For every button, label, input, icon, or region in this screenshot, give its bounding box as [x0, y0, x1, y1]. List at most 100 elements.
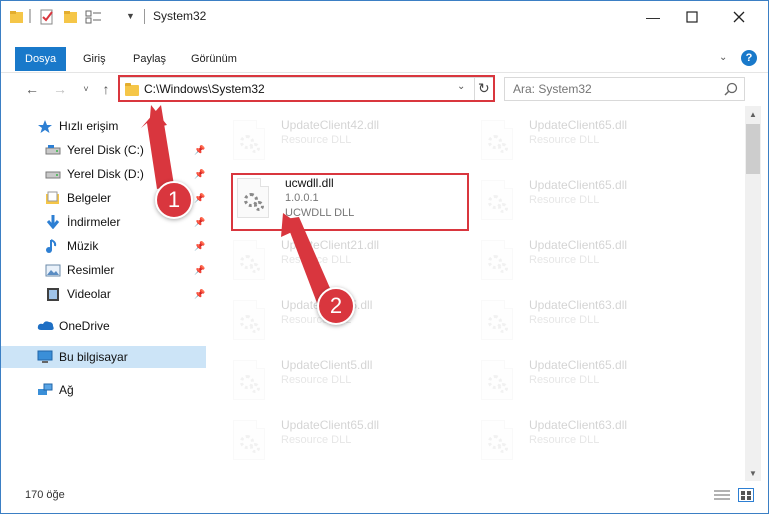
up-arrow-icon[interactable]: ↑ — [97, 80, 115, 98]
details-view-icon[interactable] — [714, 489, 730, 501]
file-name: UpdateClient65.dll — [529, 118, 628, 132]
file-item[interactable]: UpdateClient65.dll Resource DLL — [481, 236, 721, 292]
file-description: Resource DLL — [529, 134, 600, 146]
file-name: UpdateClient63.dll — [529, 418, 628, 432]
scroll-down-icon[interactable]: ▼ — [745, 465, 761, 481]
star-icon — [37, 119, 53, 133]
close-button[interactable] — [716, 1, 762, 32]
file-name: UpdateClient5.dll — [281, 358, 373, 372]
file-item[interactable]: UpdateClient42.dll Resource DLL — [233, 116, 473, 172]
file-name: UpdateClient65.dll — [529, 178, 628, 192]
search-icon[interactable] — [724, 82, 738, 99]
file-description: Resource DLL — [529, 194, 600, 206]
file-item[interactable]: UpdateClient21.dll Resource DLL — [233, 236, 473, 292]
pin-icon[interactable]: 📌 — [194, 169, 205, 180]
navigation-pane: Hızlı erişim Yerel Disk (C:) 📌 Yerel Dis… — [1, 111, 206, 471]
callout-one: 1 — [155, 181, 193, 219]
sidebar-item-label: İndirmeler — [67, 215, 121, 229]
file-name: UpdateClient21.dll — [281, 238, 380, 252]
help-icon[interactable]: ? — [741, 50, 757, 66]
sidebar-item-this-pc[interactable]: Bu bilgisayar — [1, 346, 206, 368]
tab-file[interactable]: Dosya — [15, 47, 67, 71]
sidebar-item-videos[interactable]: Videolar 📌 — [1, 283, 206, 305]
window-title: System32 — [153, 9, 207, 23]
sidebar-item-label: Müzik — [67, 239, 99, 253]
search-input[interactable] — [513, 79, 723, 99]
tab-share[interactable]: Paylaş — [123, 47, 176, 71]
large-icons-view-icon[interactable] — [738, 488, 754, 502]
file-item[interactable]: UpdateClient63.dll Resource DLL — [481, 416, 721, 472]
properties-icon[interactable] — [39, 9, 55, 25]
address-highlight — [118, 75, 495, 102]
sidebar-item-label: Yerel Disk (D:) — [67, 167, 144, 181]
file-description: Resource DLL — [529, 254, 600, 266]
pictures-icon — [45, 263, 61, 277]
file-item[interactable]: UpdateClient5.dll Resource DLL — [233, 356, 473, 412]
pin-icon[interactable]: 📌 — [194, 217, 205, 228]
sidebar-item-label: Belgeler — [67, 191, 112, 205]
dll-file-icon — [481, 360, 513, 400]
file-name: UpdateClient63.dll — [529, 298, 628, 312]
pin-icon[interactable]: 📌 — [194, 241, 205, 252]
file-description: Resource DLL — [281, 374, 352, 386]
file-item[interactable]: UpdateClient65.dll Resource DLL — [481, 116, 721, 172]
sidebar-item-label: Videolar — [67, 287, 111, 301]
folder-icon[interactable] — [9, 9, 25, 25]
network-icon — [37, 383, 53, 397]
file-description: Resource DLL — [281, 254, 352, 266]
search-box[interactable] — [504, 77, 745, 101]
back-arrow-icon[interactable]: ← — [23, 80, 41, 98]
file-description: Resource DLL — [529, 434, 600, 446]
file-item[interactable]: UpdateClient65.dll Resource DLL — [481, 176, 721, 232]
pin-icon[interactable]: 📌 — [194, 145, 205, 156]
callout-two: 2 — [317, 287, 355, 325]
scroll-up-icon[interactable]: ▲ — [745, 106, 761, 122]
maximize-button[interactable] — [669, 1, 715, 32]
sidebar-item-label: Hızlı erişim — [59, 119, 119, 133]
forward-arrow-icon[interactable]: → — [51, 80, 69, 98]
sidebar-item-quick-access[interactable]: Hızlı erişim — [1, 115, 206, 137]
explorer-window: ▼ System32 — Dosya Giriş Paylaş Görünüm … — [0, 0, 769, 514]
cloud-icon — [37, 319, 54, 333]
pin-icon[interactable]: 📌 — [194, 265, 205, 276]
download-icon — [45, 215, 61, 230]
toolbar-divider — [29, 9, 31, 23]
sidebar-item-local-disk-c[interactable]: Yerel Disk (C:) 📌 — [1, 139, 206, 161]
sidebar-item-label: OneDrive — [59, 319, 110, 333]
view-options-icon[interactable] — [85, 9, 101, 25]
dll-file-icon — [481, 180, 513, 220]
item-count: 170 öğe — [25, 489, 65, 501]
ribbon-tabs: Dosya Giriş Paylaş Görünüm ⌄ ? — [1, 47, 768, 71]
file-name: UpdateClient65.dll — [281, 418, 380, 432]
music-icon — [45, 239, 61, 253]
tab-view[interactable]: Görünüm — [181, 47, 247, 71]
title-divider — [144, 9, 145, 24]
dll-file-icon — [233, 240, 265, 280]
sidebar-item-network[interactable]: Ağ — [1, 379, 206, 401]
pin-icon[interactable]: 📌 — [194, 289, 205, 300]
file-name: UpdateClient42.dll — [281, 118, 380, 132]
drive-icon — [45, 167, 61, 181]
file-item[interactable]: UpdateClient65.dll Resource DLL — [481, 356, 721, 412]
customize-toolbar-icon[interactable]: ▼ — [126, 11, 142, 27]
sidebar-item-pictures[interactable]: Resimler 📌 — [1, 259, 206, 281]
file-description: Resource DLL — [529, 374, 600, 386]
sidebar-item-onedrive[interactable]: OneDrive — [1, 315, 206, 337]
new-folder-icon[interactable] — [63, 9, 79, 25]
vertical-scrollbar[interactable]: ▲ ▼ — [745, 106, 761, 481]
file-name: UpdateClient65.dll — [529, 358, 628, 372]
tab-home[interactable]: Giriş — [73, 47, 116, 71]
file-item[interactable]: UpdateClient63.dll Resource DLL — [481, 296, 721, 352]
file-item[interactable]: UpdateClient65.dll Resource DLL — [233, 416, 473, 472]
sidebar-item-label: Ağ — [59, 383, 74, 397]
scrollbar-thumb[interactable] — [746, 124, 760, 174]
pin-icon[interactable]: 📌 — [194, 193, 205, 204]
expand-ribbon-icon[interactable]: ⌄ — [719, 52, 727, 63]
dll-file-icon — [233, 420, 265, 460]
video-icon — [45, 287, 61, 301]
computer-icon — [37, 350, 53, 364]
documents-icon — [45, 191, 61, 205]
sidebar-item-music[interactable]: Müzik 📌 — [1, 235, 206, 257]
dll-file-icon — [233, 360, 265, 400]
recent-locations-icon[interactable]: ˅ — [77, 80, 95, 98]
